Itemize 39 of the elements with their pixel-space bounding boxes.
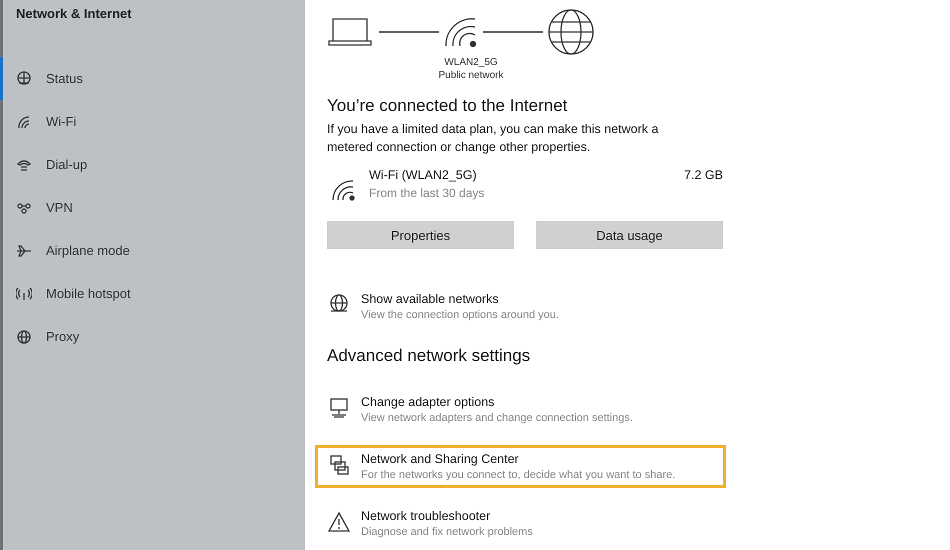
airplane-icon xyxy=(16,242,32,258)
link-description: Diagnose and fix network problems xyxy=(361,526,533,538)
globe-icon xyxy=(547,8,595,56)
network-icon xyxy=(328,454,350,476)
connection-period: From the last 30 days xyxy=(369,186,486,200)
sidebar-item[interactable]: Airplane mode xyxy=(0,229,160,272)
hotspot-icon xyxy=(16,286,32,302)
data-usage-amount: 7.2 GB xyxy=(684,168,723,182)
settings-link[interactable]: Network and Sharing Center xyxy=(361,452,676,466)
wifi-icon xyxy=(331,178,357,202)
warning-icon xyxy=(328,511,350,533)
wifi-icon xyxy=(443,16,479,48)
globe-icon xyxy=(16,70,32,86)
status-description: If you have a limited data plan, you can make this network a metered connection or change other properties. xyxy=(327,121,660,156)
globe-icon xyxy=(16,328,32,344)
link-description: For the networks you connect to, decide what you want to share. xyxy=(361,469,676,481)
sidebar-item[interactable]: Dial-up xyxy=(0,143,160,186)
link-description: View network adapters and change connection settings. xyxy=(361,412,633,424)
sidebar-item[interactable]: Wi-Fi xyxy=(0,100,160,143)
sidebar-item[interactable]: VPN xyxy=(0,186,160,229)
settings-link[interactable]: Show available networks xyxy=(361,292,559,306)
connector-line xyxy=(483,30,543,34)
action-button[interactable]: Data usage xyxy=(536,221,723,249)
sidebar-item[interactable]: Proxy xyxy=(0,315,160,358)
connection-name: Wi-Fi (WLAN2_5G) xyxy=(369,168,478,182)
link-description: View the connection options around you. xyxy=(361,309,559,321)
section-heading: Advanced network settings xyxy=(327,346,532,366)
action-button[interactable]: Properties xyxy=(327,221,514,249)
sidebar-item[interactable]: Mobile hotspot xyxy=(0,272,160,315)
settings-link[interactable]: Change adapter options xyxy=(361,395,633,409)
network-name: WLAN2_5G xyxy=(443,56,499,69)
sidebar-item[interactable]: Status xyxy=(0,57,160,100)
settings-link[interactable]: Network troubleshooter xyxy=(361,509,533,523)
status-heading: You’re connected to the Internet xyxy=(327,96,568,116)
monitor-icon xyxy=(328,397,350,419)
network-type: Public network xyxy=(437,69,505,82)
connector-line xyxy=(379,30,439,34)
section-title: Network & Internet xyxy=(15,6,133,21)
wifi-icon xyxy=(16,114,32,130)
